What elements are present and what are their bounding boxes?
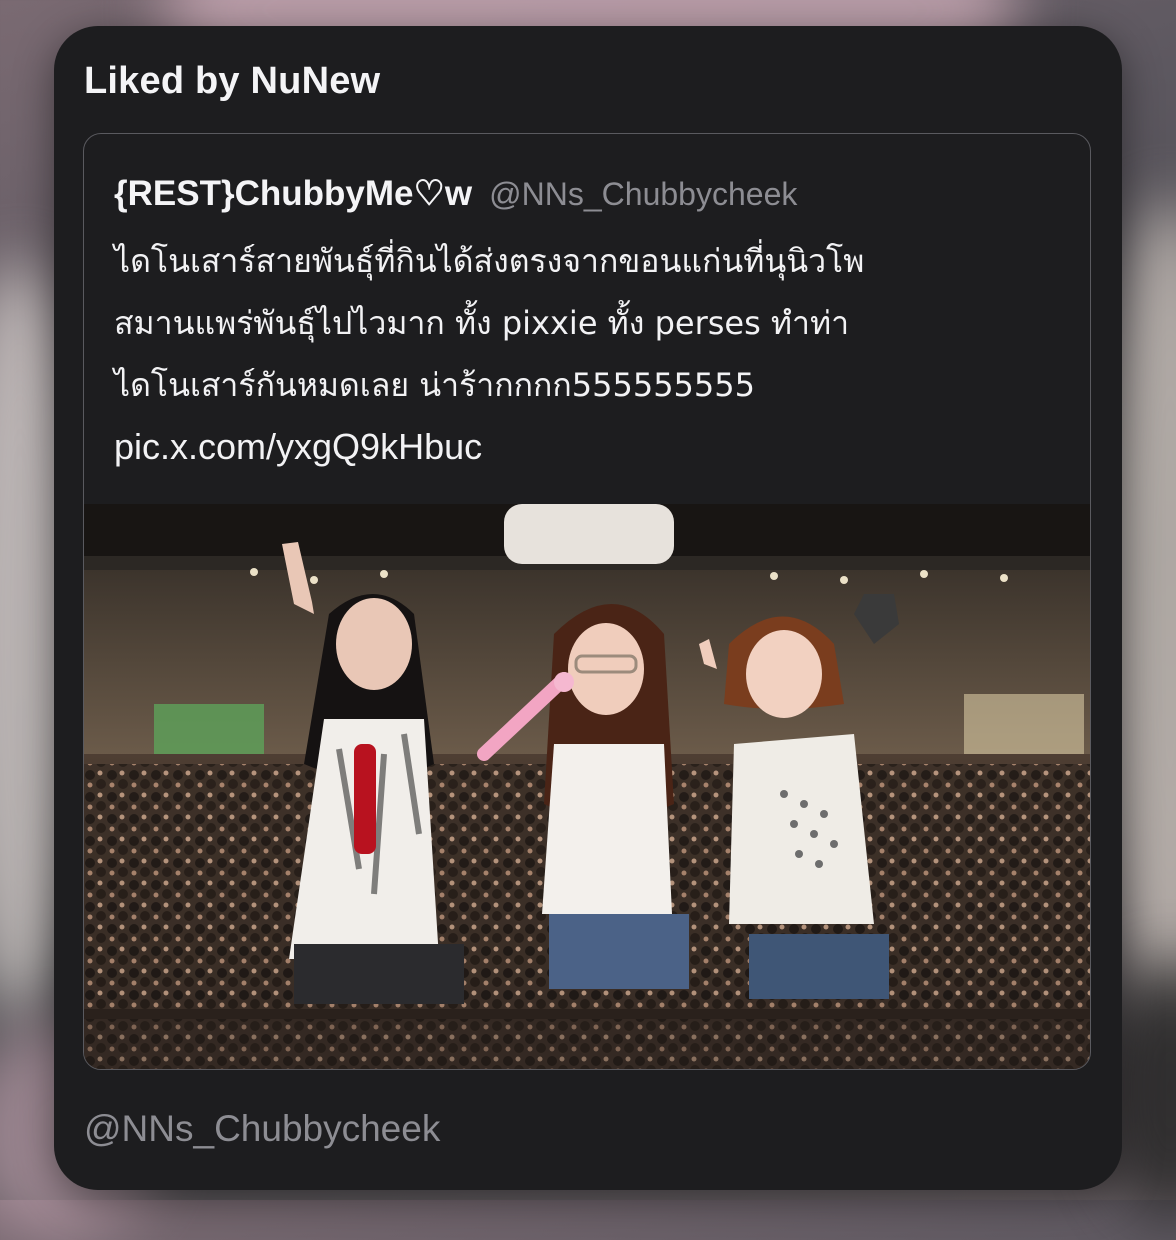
tweet-author: {REST}ChubbyMe♡w @NNs_Chubbycheek — [114, 174, 797, 214]
tweet-text-line: สมานแพร่พันธุ์ไปไวมาก ทั้ง pixxie ทั้ง p… — [114, 304, 850, 342]
tweet-photo[interactable] — [84, 504, 1090, 1069]
widget-title: Liked by NuNew — [84, 60, 381, 102]
tweet-text-line: ไดโนเสาร์กันหมดเลย น่าร้ากกกก555555555 — [114, 366, 755, 404]
author-handle: @NNs_Chubbycheek — [489, 176, 798, 212]
tweet-link[interactable]: pic.x.com/yxgQ9kHbuc — [114, 416, 1074, 478]
footer-handle: @NNs_Chubbycheek — [84, 1108, 441, 1149]
tweet-text: ไดโนเสาร์สายพันธุ์ที่กินได้ส่งตรงจากขอนแ… — [114, 230, 1074, 478]
display-name: {REST}ChubbyMe♡w — [114, 174, 473, 213]
tweet-text-line: ไดโนเสาร์สายพันธุ์ที่กินได้ส่งตรงจากขอนแ… — [114, 242, 865, 280]
tweet-card[interactable]: {REST}ChubbyMe♡w @NNs_Chubbycheek ไดโนเส… — [83, 133, 1091, 1070]
concert-photo — [84, 504, 1090, 1069]
